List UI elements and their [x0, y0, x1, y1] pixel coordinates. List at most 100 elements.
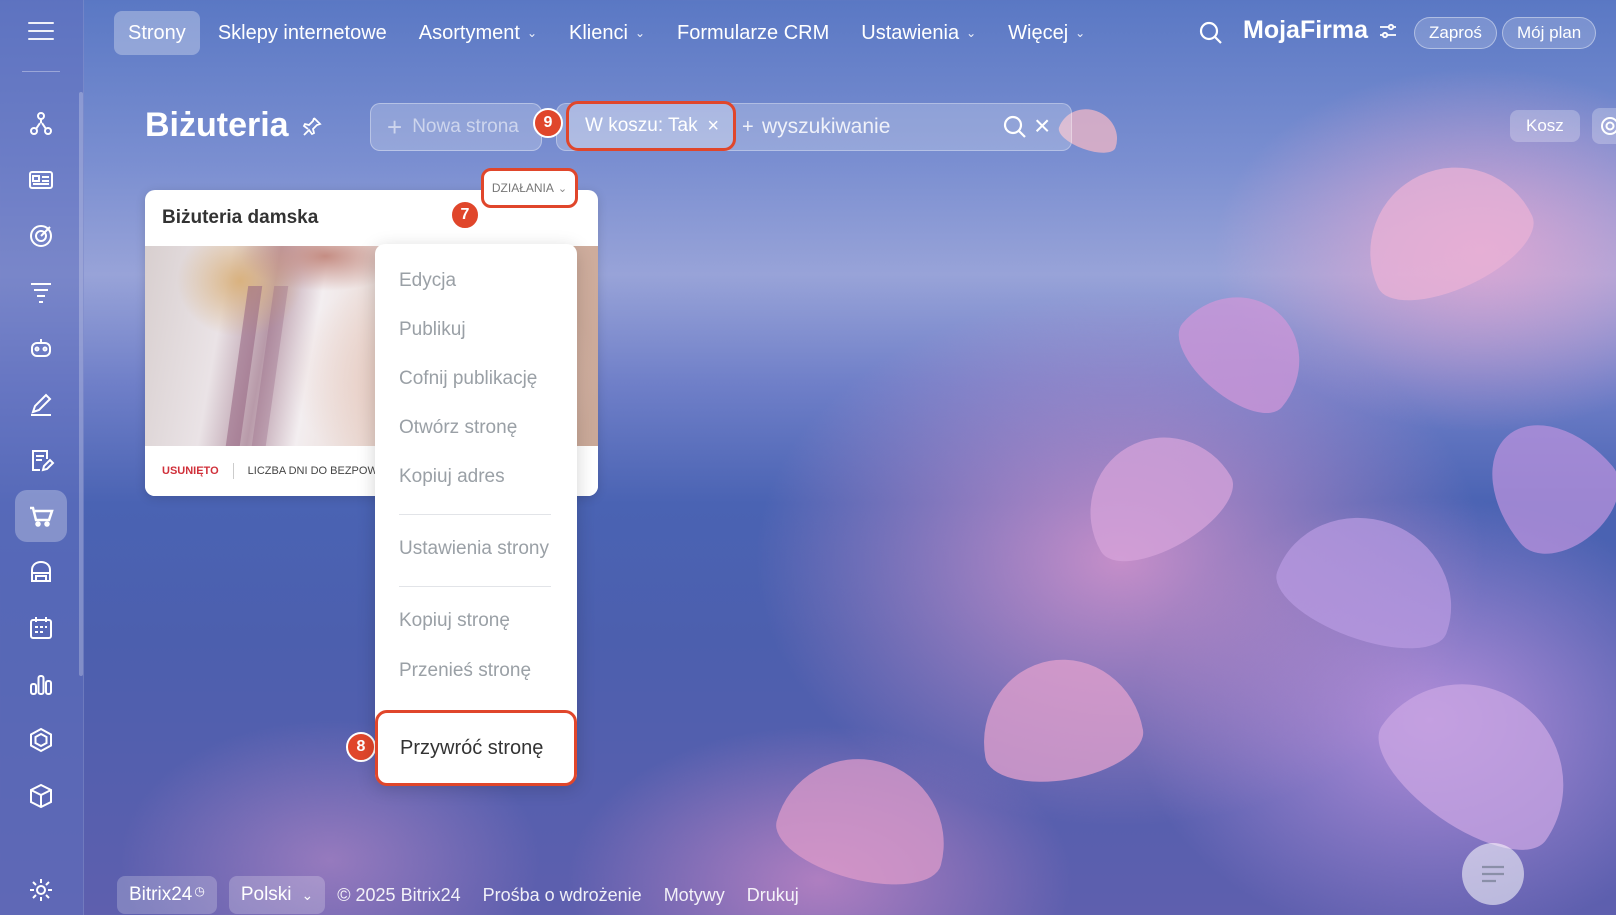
sidebar-item-pen[interactable]: [15, 378, 67, 430]
calendar-icon: [30, 617, 52, 639]
pin-icon[interactable]: [301, 115, 323, 137]
menu-item-publish[interactable]: Publikuj: [399, 319, 466, 341]
language-label: Polski: [240, 884, 292, 905]
sidebar-divider: [22, 71, 60, 72]
sidebar-item-box[interactable]: [15, 770, 67, 822]
background-flower: [1342, 139, 1548, 321]
nav-item-label: Więcej: [1008, 21, 1069, 44]
nav-item-formularze[interactable]: Formularze CRM: [663, 11, 843, 55]
menu-item-copy-page[interactable]: Kopiuj stronę: [399, 610, 510, 632]
footer-link-print[interactable]: Drukuj: [747, 885, 799, 906]
background-flower: [1462, 396, 1616, 574]
left-sidebar: [0, 0, 84, 915]
bitrix24-button[interactable]: Bitrix24 ◷: [117, 876, 217, 914]
search-input[interactable]: [742, 110, 992, 144]
close-icon[interactable]: ×: [707, 115, 719, 138]
chevron-down-icon: ⌄: [301, 886, 314, 903]
sidebar-item-cart[interactable]: [15, 490, 67, 542]
sidebar-item-funnel[interactable]: [15, 266, 67, 318]
invite-label: Zaproś: [1429, 23, 1482, 42]
document-edit-icon: [32, 450, 55, 472]
search-icon[interactable]: [1002, 114, 1028, 140]
nav-item-strony[interactable]: Strony: [114, 11, 200, 55]
chevron-down-icon: ⌄: [634, 26, 645, 40]
sidebar-scrollbar[interactable]: [79, 92, 83, 676]
background-flower: [1264, 492, 1476, 668]
nav-item-sklepy[interactable]: Sklepy internetowe: [204, 11, 401, 55]
sidebar-item-target[interactable]: [15, 210, 67, 262]
copyright-text: © 2025 Bitrix24: [337, 884, 461, 905]
my-plan-button[interactable]: Mój plan: [1502, 17, 1597, 49]
sidebar-item-cards[interactable]: [15, 154, 67, 206]
actions-label: DZIAŁANIA: [491, 181, 554, 195]
page-title-text: Biżuteria: [145, 106, 289, 144]
sidebar-item-calendar[interactable]: [15, 602, 67, 654]
trash-label: Kosz: [1526, 116, 1564, 135]
restore-label: Przywróć stronę: [400, 736, 544, 759]
company-brand[interactable]: MojaFirma: [1243, 16, 1398, 45]
sidebar-item-routes[interactable]: [15, 98, 67, 150]
language-select[interactable]: Polski ⌄: [228, 876, 326, 914]
filter-chip-trash[interactable]: W koszu: Tak ×: [566, 101, 736, 151]
menu-separator: [399, 514, 551, 515]
actions-button[interactable]: DZIAŁANIA ⌄: [481, 168, 578, 208]
menu-item-open-page[interactable]: Otwórz stronę: [399, 417, 517, 439]
sidebar-item-settings[interactable]: [15, 864, 67, 915]
deleted-status: USUNIĘTO: [162, 465, 219, 477]
search-icon[interactable]: [1198, 20, 1224, 46]
chevron-down-icon: ⌄: [557, 182, 568, 195]
funnel-icon: [31, 283, 51, 303]
sliders-icon: [1380, 23, 1397, 38]
chat-button[interactable]: [1462, 843, 1524, 905]
menu-item-copy-address[interactable]: Kopiuj adres: [399, 466, 505, 488]
menu-item-restore-page[interactable]: Przywróć stronę: [375, 710, 577, 786]
brand-name: MojaFirma: [1243, 16, 1369, 44]
chevron-down-icon: ⌄: [1075, 26, 1086, 40]
actions-dropdown-menu: Edycja Publikuj Cofnij publikację Otwórz…: [375, 244, 577, 784]
hamburger-menu-icon[interactable]: [28, 22, 54, 44]
nav-item-label: Ustawienia: [861, 21, 960, 44]
cart-icon: [30, 506, 54, 527]
background-flower: [1062, 409, 1248, 581]
clear-search-icon[interactable]: ×: [1034, 112, 1050, 140]
menu-item-edit[interactable]: Edycja: [399, 270, 456, 292]
nav-item-ustawienia[interactable]: Ustawienia ⌄: [847, 11, 990, 55]
chevron-down-icon: ⌄: [526, 26, 538, 40]
page-title: Biżuteria: [145, 106, 323, 145]
nav-item-wiecej[interactable]: Więcej ⌄: [994, 11, 1099, 55]
menu-item-move-page[interactable]: Przenieś stronę: [399, 660, 531, 682]
gear-icon: [30, 879, 52, 901]
chevron-down-icon: ⌄: [966, 26, 977, 40]
page-settings-button[interactable]: [1592, 108, 1616, 144]
sidebar-item-hexagon[interactable]: [15, 714, 67, 766]
chart-icon: [30, 675, 52, 695]
hexagon-icon: [30, 727, 52, 753]
target-icon: [30, 225, 52, 247]
nav-item-label: Formularze CRM: [677, 21, 830, 44]
nav-item-label: Asortyment: [418, 21, 520, 44]
nav-item-label: Strony: [128, 21, 186, 44]
footer-link-implementation[interactable]: Prośba o wdrożenie: [483, 885, 642, 906]
invite-button[interactable]: Zaproś: [1414, 17, 1497, 49]
sidebar-item-document-edit[interactable]: [15, 434, 67, 486]
page-footer: Bitrix24 ◷ Polski ⌄ © 2025 Bitrix24 Proś…: [117, 876, 821, 914]
footer-separator: [232, 463, 234, 479]
trash-button[interactable]: Kosz: [1510, 110, 1580, 142]
nav-item-label: Sklepy internetowe: [217, 21, 387, 44]
menu-item-unpublish[interactable]: Cofnij publikację: [399, 368, 537, 390]
sidebar-item-chart[interactable]: [15, 658, 67, 710]
filter-chip-label: W koszu: Tak: [585, 115, 698, 136]
box-icon: [30, 783, 52, 809]
footer-link-themes[interactable]: Motywy: [664, 885, 725, 906]
nav-item-klienci[interactable]: Klienci ⌄: [555, 11, 659, 55]
list-icon: [1482, 865, 1504, 883]
new-page-button[interactable]: + Nowa strona: [370, 103, 542, 151]
step-badge-9: 9: [533, 108, 563, 138]
step-badge-7: 7: [450, 200, 480, 230]
nav-item-asortyment[interactable]: Asortyment ⌄: [405, 11, 551, 55]
card-title: Biżuteria damska: [162, 207, 319, 228]
sidebar-item-robot[interactable]: [15, 322, 67, 374]
cards-icon: [29, 171, 53, 189]
sidebar-item-store[interactable]: [15, 546, 67, 598]
menu-item-page-settings[interactable]: Ustawienia strony: [399, 538, 549, 560]
